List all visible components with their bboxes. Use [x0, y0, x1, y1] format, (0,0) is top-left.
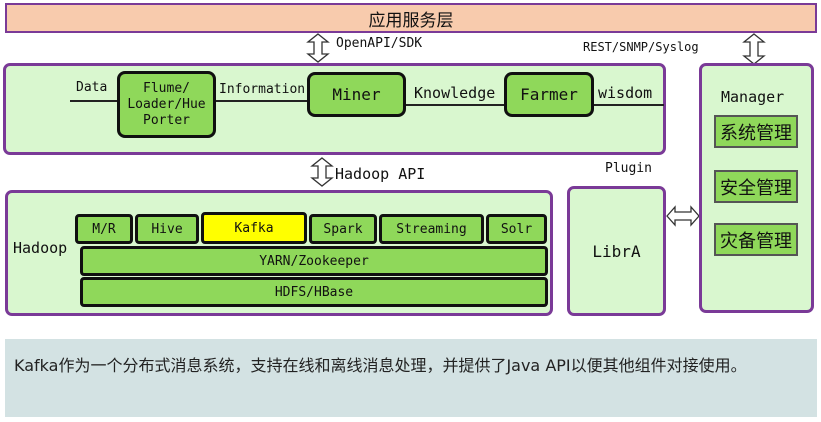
hadoop-api-arrow-icon: [310, 157, 334, 187]
farmer-box: Farmer: [504, 72, 594, 117]
component-mr: M/R: [75, 214, 133, 244]
app-service-layer-title: 应用服务层: [368, 10, 454, 31]
component-streaming: Streaming: [379, 214, 484, 244]
information-label: Information: [219, 82, 306, 97]
flume-loader-hue-porter-box: Flume/ Loader/Hue Porter: [117, 71, 216, 138]
component-kafka-label: Kafka: [234, 220, 274, 236]
libra-manager-arrow-icon: [666, 205, 700, 227]
manager-item-security: 安全管理: [714, 170, 798, 203]
manager-item-disaster-recovery-label: 灾备管理: [720, 230, 792, 252]
component-streaming-label: Streaming: [396, 221, 467, 237]
hdfs-hbase-label: HDFS/HBase: [274, 284, 354, 300]
component-solr-label: Solr: [500, 221, 533, 237]
component-hive: Hive: [135, 214, 199, 244]
component-spark: Spark: [309, 214, 377, 244]
manager-item-disaster-recovery: 灾备管理: [714, 223, 798, 256]
hadoop-api-label: Hadoop API: [335, 165, 426, 183]
rest-label: REST/SNMP/Syslog: [583, 40, 699, 54]
libra-panel: LibrA: [567, 186, 666, 316]
description-box: Kafka作为一个分布式消息系统，支持在线和离线消息处理，并提供了Java AP…: [5, 339, 817, 417]
miner-box: Miner: [307, 72, 406, 117]
rest-arrow-icon: [742, 33, 766, 65]
miner-label: Miner: [332, 85, 381, 104]
yarn-zookeeper-bar: YARN/Zookeeper: [80, 246, 548, 276]
knowledge-label: Knowledge: [414, 84, 496, 102]
wisdom-connector: [594, 104, 664, 106]
component-spark-label: Spark: [323, 221, 363, 237]
data-label: Data: [76, 80, 108, 95]
component-hive-label: Hive: [151, 221, 183, 237]
component-solr: Solr: [486, 214, 547, 244]
data-connector: [70, 100, 117, 102]
manager-item-security-label: 安全管理: [720, 177, 792, 199]
wisdom-label: wisdom: [598, 84, 653, 102]
knowledge-connector: [406, 104, 504, 106]
libra-label: LibrA: [592, 241, 641, 261]
component-kafka: Kafka: [201, 212, 307, 244]
hdfs-hbase-bar: HDFS/HBase: [80, 277, 548, 307]
openapi-arrow-icon: [306, 33, 330, 63]
app-service-layer-bar: 应用服务层: [5, 3, 817, 33]
description-text: Kafka作为一个分布式消息系统，支持在线和离线消息处理，并提供了Java AP…: [14, 356, 747, 375]
flume-loader-hue-porter-label: Flume/ Loader/Hue Porter: [127, 80, 206, 128]
yarn-zookeeper-label: YARN/Zookeeper: [259, 253, 369, 269]
manager-item-system: 系统管理: [714, 115, 798, 148]
manager-item-system-label: 系统管理: [720, 122, 792, 144]
openapi-label: OpenAPI/SDK: [336, 36, 423, 51]
component-mr-label: M/R: [92, 221, 116, 237]
farmer-label: Farmer: [520, 85, 578, 104]
manager-label: Manager: [721, 88, 785, 106]
hadoop-label: Hadoop: [13, 239, 68, 257]
information-connector: [216, 100, 307, 102]
plugin-label: Plugin: [605, 161, 652, 176]
